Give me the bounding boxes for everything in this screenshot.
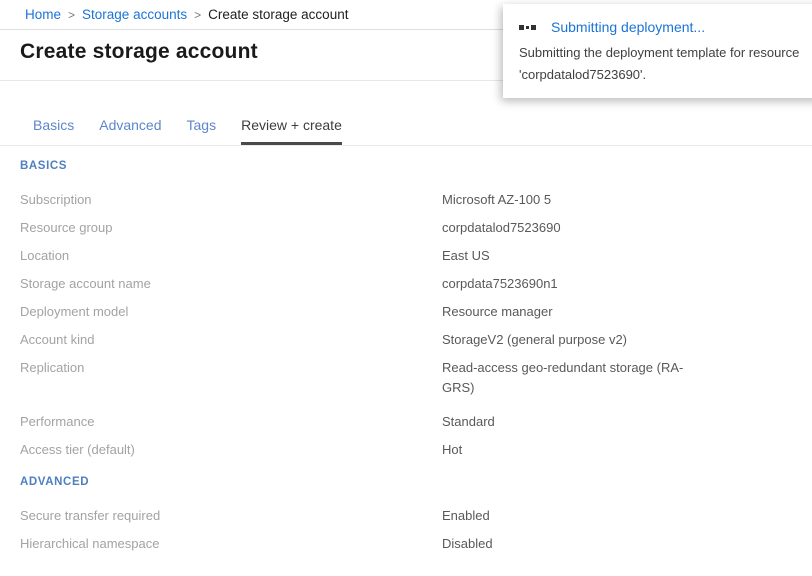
tab-review-create[interactable]: Review + create [241,117,342,145]
tab-bar: Basics Advanced Tags Review + create [0,117,812,146]
field-label: Subscription [20,190,442,210]
breadcrumb-link-home[interactable]: Home [25,7,61,22]
field-value: Enabled [442,506,490,526]
row-location: LocationEast US [20,242,812,270]
row-deployment-model: Deployment modelResource manager [20,298,812,326]
notification-message-line2: 'corpdatalod7523690'. [519,64,812,86]
field-value: East US [442,246,490,266]
field-value: Standard [442,412,495,432]
breadcrumb-link-storage-accounts[interactable]: Storage accounts [82,7,187,22]
field-value: Resource manager [442,302,553,322]
field-value: Read-access geo-redundant storage (RA-GR… [442,358,692,398]
field-label: Replication [20,358,442,398]
section-header-basics: BASICS [20,156,812,176]
field-value: Hot [442,440,462,460]
field-label: Storage account name [20,274,442,294]
tab-basics[interactable]: Basics [33,117,74,145]
row-secure-transfer-required: Secure transfer requiredEnabled [20,502,812,530]
section-header-advanced: ADVANCED [20,472,812,492]
field-value: corpdata7523690n1 [442,274,558,294]
notification-title-link[interactable]: Submitting deployment... [551,19,705,35]
breadcrumb-separator: > [194,8,201,22]
row-resource-group: Resource groupcorpdatalod7523690 [20,214,812,242]
row-performance: PerformanceStandard [20,408,812,436]
row-hierarchical-namespace: Hierarchical namespaceDisabled [20,530,812,558]
section-advanced: ADVANCEDSecure transfer requiredEnabledH… [20,472,812,558]
deployment-progress-icon [519,25,538,30]
field-label: Deployment model [20,302,442,322]
field-label: Performance [20,412,442,432]
row-storage-account-name: Storage account namecorpdata7523690n1 [20,270,812,298]
breadcrumb-current-page: Create storage account [208,7,348,22]
notification-message: Submitting the deployment template for r… [519,42,812,86]
row-access-tier-default: Access tier (default)Hot [20,436,812,464]
field-value: corpdatalod7523690 [442,218,561,238]
field-value: Microsoft AZ-100 5 [442,190,551,210]
field-label: Secure transfer required [20,506,442,526]
field-value: StorageV2 (general purpose v2) [442,330,627,350]
row-account-kind: Account kindStorageV2 (general purpose v… [20,326,812,354]
field-label: Access tier (default) [20,440,442,460]
notification-toast[interactable]: Submitting deployment... Submitting the … [503,4,812,98]
section-basics: BASICSSubscriptionMicrosoft AZ-100 5Reso… [20,156,812,464]
field-label: Account kind [20,330,442,350]
tab-advanced[interactable]: Advanced [99,117,161,145]
breadcrumb-separator: > [68,8,75,22]
field-label: Resource group [20,218,442,238]
notification-message-line1: Submitting the deployment template for r… [519,42,812,64]
field-value: Disabled [442,534,493,554]
tab-tags[interactable]: Tags [187,117,217,145]
review-content: BASICSSubscriptionMicrosoft AZ-100 5Reso… [20,156,812,558]
field-label: Hierarchical namespace [20,534,442,554]
row-subscription: SubscriptionMicrosoft AZ-100 5 [20,186,812,214]
field-label: Location [20,246,442,266]
row-replication: ReplicationRead-access geo-redundant sto… [20,354,812,402]
